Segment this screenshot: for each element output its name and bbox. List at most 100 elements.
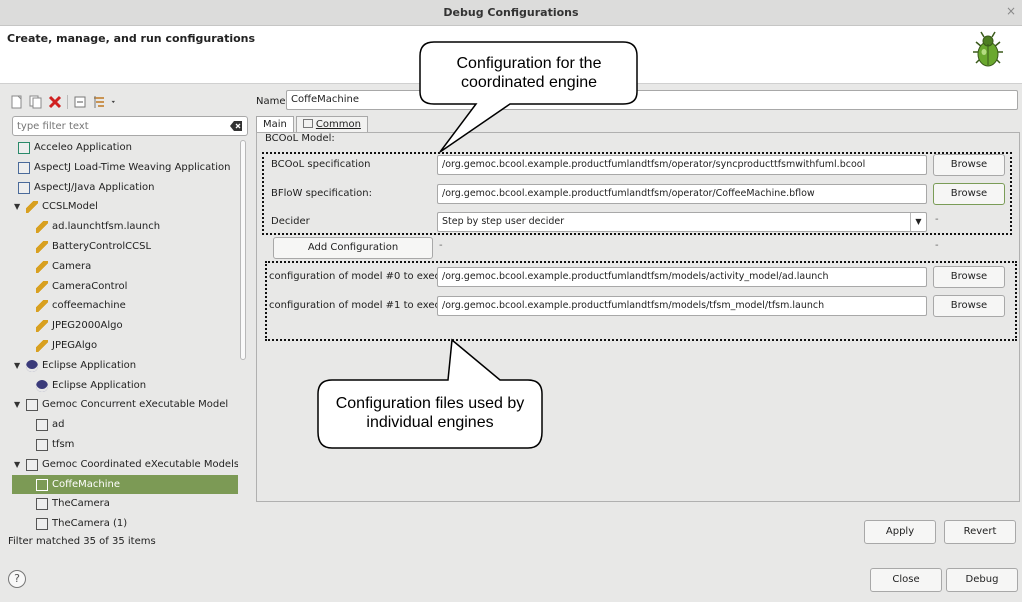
apply-button[interactable]: Apply xyxy=(864,520,936,544)
ccsl-icon xyxy=(36,260,48,273)
tree-item-label: CCSLModel xyxy=(42,201,98,213)
tree-item[interactable]: Eclipse Application xyxy=(12,376,238,396)
dialog-subtitle: Create, manage, and run configurations xyxy=(7,32,256,45)
tree-item[interactable]: ▼ Eclipse Application xyxy=(12,356,238,376)
tab-main[interactable]: Main xyxy=(256,116,294,132)
tree-item-label: Gemoc Coordinated eXecutable Models xyxy=(42,458,238,470)
dropdown-icon[interactable] xyxy=(111,95,119,109)
tree-item-label: Eclipse Application xyxy=(42,359,137,371)
expand-arrow-icon[interactable]: ▼ xyxy=(14,356,20,376)
tree-item[interactable]: JPEGAlgo xyxy=(12,336,238,356)
left-toolbar xyxy=(10,92,119,112)
tree-item-label: Eclipse Application xyxy=(52,379,147,391)
gemoc-icon xyxy=(36,438,48,451)
tree-item-label: TheCamera (1) xyxy=(52,518,128,530)
ccsl-icon xyxy=(36,320,48,333)
gemoc-icon xyxy=(26,458,38,471)
add-config-dash-right: - xyxy=(935,240,939,251)
tree-item[interactable]: Acceleo Application xyxy=(12,138,238,158)
editor-tabs: Main Common xyxy=(256,116,370,132)
tab-common-label: Common xyxy=(315,119,361,130)
individual-config-box xyxy=(265,261,1017,341)
ccsl-icon xyxy=(36,240,48,253)
duplicate-icon[interactable] xyxy=(29,95,43,109)
tree-scrollbar-thumb[interactable] xyxy=(240,140,246,360)
bcool-model-label: BCOoL Model: xyxy=(265,133,335,144)
tab-main-label: Main xyxy=(263,119,287,130)
tree-item-label: AspectJ/Java Application xyxy=(34,181,155,193)
tree-item[interactable]: TheCamera (1) xyxy=(12,514,238,530)
tree-item-label: TheCamera xyxy=(52,498,110,510)
tree-item-label: ad xyxy=(52,419,65,431)
coordinated-config-box xyxy=(262,152,1012,235)
gemoc-icon xyxy=(36,498,48,511)
expand-arrow-icon[interactable]: ▼ xyxy=(14,197,20,217)
tree-item[interactable]: JPEG2000Algo xyxy=(12,316,238,336)
tree-item[interactable]: ad xyxy=(12,415,238,435)
close-button[interactable]: Close xyxy=(870,568,942,592)
window-close-icon[interactable]: × xyxy=(1006,4,1016,18)
aspectj-ltw-icon xyxy=(18,161,30,174)
help-icon[interactable]: ? xyxy=(8,570,26,588)
tree-item-label: CameraControl xyxy=(52,280,128,292)
filter-input[interactable] xyxy=(17,119,217,133)
add-configuration-button[interactable]: Add Configuration xyxy=(273,237,433,259)
toolbar-separator xyxy=(67,95,68,109)
tree-item-label: Gemoc Concurrent eXecutable Model xyxy=(42,399,229,411)
delete-icon[interactable] xyxy=(48,95,62,109)
tree-item[interactable]: ad.launchtfsm.launch xyxy=(12,217,238,237)
tree-item-label: coffeemachine xyxy=(52,300,126,312)
tree-item-label: AspectJ Load-Time Weaving Application xyxy=(34,161,231,173)
aspectj-java-icon xyxy=(18,181,30,194)
tree-item[interactable]: Camera xyxy=(12,257,238,277)
tree-item[interactable]: AspectJ Load-Time Weaving Application xyxy=(12,158,238,178)
tree-item[interactable]: coffeemachine xyxy=(12,296,238,316)
tree-item[interactable]: BatteryControlCCSL xyxy=(12,237,238,257)
tree-item-label: JPEGAlgo xyxy=(52,339,98,351)
tree-item[interactable]: CoffeMachine xyxy=(12,474,238,495)
expand-arrow-icon[interactable]: ▼ xyxy=(14,455,20,475)
gemoc-icon xyxy=(36,419,48,432)
eclipse-icon xyxy=(36,379,48,392)
ccsl-icon xyxy=(36,339,48,352)
tree-item[interactable]: ▼ Gemoc Coordinated eXecutable Models xyxy=(12,455,238,475)
tree-item[interactable]: CameraControl xyxy=(12,277,238,297)
title-bar: Debug Configurations × xyxy=(0,0,1022,26)
tree-scrollbar[interactable] xyxy=(240,140,246,530)
gemoc-icon xyxy=(26,399,38,412)
tree-item[interactable]: TheCamera xyxy=(12,494,238,514)
ccsl-icon xyxy=(36,221,48,234)
config-tree: Acceleo Application AspectJ Load-Time Wea… xyxy=(12,138,238,530)
name-input[interactable]: CoffeMachine xyxy=(286,90,1018,110)
tab-common[interactable]: Common xyxy=(295,116,368,132)
name-value: CoffeMachine xyxy=(291,94,360,105)
filter-icon[interactable] xyxy=(92,95,106,109)
config-list-pane: Acceleo Application AspectJ Load-Time Wea… xyxy=(6,90,248,550)
tree-item-label: CoffeMachine xyxy=(52,478,121,490)
tree-item[interactable]: ▼ Gemoc Concurrent eXecutable Model xyxy=(12,395,238,415)
common-tab-icon xyxy=(302,119,313,128)
window-title: Debug Configurations xyxy=(443,6,579,19)
tree-item[interactable]: ▼ CCSLModel xyxy=(12,197,238,217)
add-config-dash-left: - xyxy=(439,240,443,251)
gemoc-coord-icon xyxy=(36,478,48,491)
tree-item[interactable]: AspectJ/Java Application xyxy=(12,178,238,198)
acceleo-icon xyxy=(18,142,30,154)
tree-item-label: JPEG2000Algo xyxy=(52,320,123,332)
gemoc-icon xyxy=(36,518,48,530)
top-callout-text: Configuration for the coordinated engine xyxy=(456,55,602,91)
collapse-all-icon[interactable] xyxy=(73,95,87,109)
filter-field[interactable] xyxy=(12,116,248,136)
clear-filter-icon[interactable] xyxy=(229,120,243,132)
tree-item-label: Acceleo Application xyxy=(34,142,132,153)
tree-item[interactable]: tfsm xyxy=(12,435,238,455)
ccsl-icon xyxy=(26,201,38,214)
tree-item-label: tfsm xyxy=(52,438,75,450)
debug-button[interactable]: Debug xyxy=(946,568,1018,592)
tree-item-label: ad.launchtfsm.launch xyxy=(52,221,161,233)
eclipse-icon xyxy=(26,359,38,372)
expand-arrow-icon[interactable]: ▼ xyxy=(14,395,20,415)
ccsl-icon xyxy=(36,280,48,293)
revert-button[interactable]: Revert xyxy=(944,520,1016,544)
new-config-icon[interactable] xyxy=(10,95,24,109)
